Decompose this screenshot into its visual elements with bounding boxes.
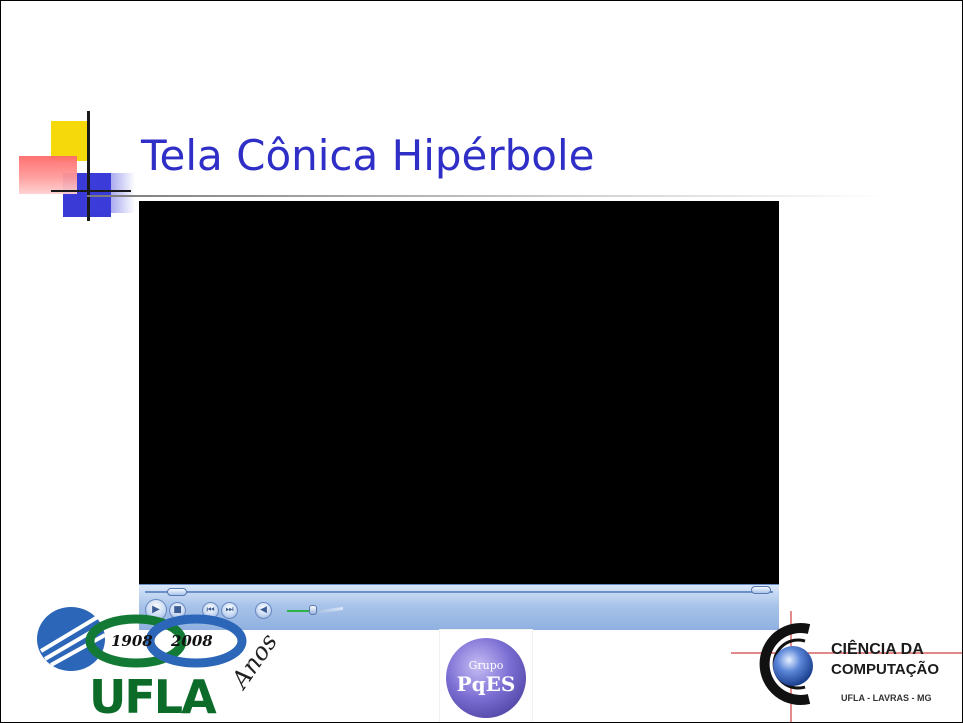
decor-horizontal-line — [51, 190, 131, 192]
title-underline — [87, 195, 887, 197]
slide: Tela Cônica Hipérbole ▶ ■ ⏮ ⏭ ◀ 1908 200… — [0, 0, 963, 723]
volume-handle[interactable] — [309, 605, 317, 615]
decor-yellow-square — [51, 121, 87, 161]
volume-slider[interactable] — [287, 605, 343, 615]
pqes-disc: Grupo PqES — [446, 638, 526, 718]
pqes-name-label: PqES — [456, 672, 516, 696]
seek-track — [145, 591, 773, 593]
slide-title: Tela Cônica Hipérbole — [141, 131, 595, 180]
cc-line2: COMPUTAÇÃO — [831, 661, 940, 678]
ciencia-computacao-logo: CIÊNCIA DA COMPUTAÇÃO UFLA - LAVRAS - MG — [731, 611, 962, 722]
ufla-year-end: 2008 — [170, 632, 213, 650]
ufla-centenary-logo: 1908 2008 UFLA Anos — [31, 601, 281, 723]
resize-button[interactable] — [751, 586, 771, 594]
cc-line3: UFLA - LAVRAS - MG — [841, 693, 932, 703]
ufla-year-start: 1908 — [111, 632, 153, 650]
decor-blue-fade — [85, 173, 135, 213]
seek-bar[interactable] — [145, 588, 773, 596]
decor-red-square — [19, 156, 77, 194]
decor-vertical-line — [87, 111, 90, 221]
media-player[interactable]: ▶ ■ ⏮ ⏭ ◀ — [139, 201, 779, 630]
seek-handle[interactable] — [167, 588, 187, 596]
pqes-logo: Grupo PqES — [439, 629, 533, 722]
pqes-grupo-label: Grupo — [468, 659, 504, 672]
cc-line1: CIÊNCIA DA — [831, 641, 924, 658]
cc-globe — [773, 646, 813, 686]
ufla-logo-graphic: 1908 2008 UFLA Anos — [37, 607, 281, 723]
video-area[interactable] — [139, 201, 779, 584]
ufla-anos-script: Anos — [225, 628, 281, 694]
ufla-wordmark: UFLA — [89, 670, 217, 723]
volume-track — [313, 606, 343, 615]
